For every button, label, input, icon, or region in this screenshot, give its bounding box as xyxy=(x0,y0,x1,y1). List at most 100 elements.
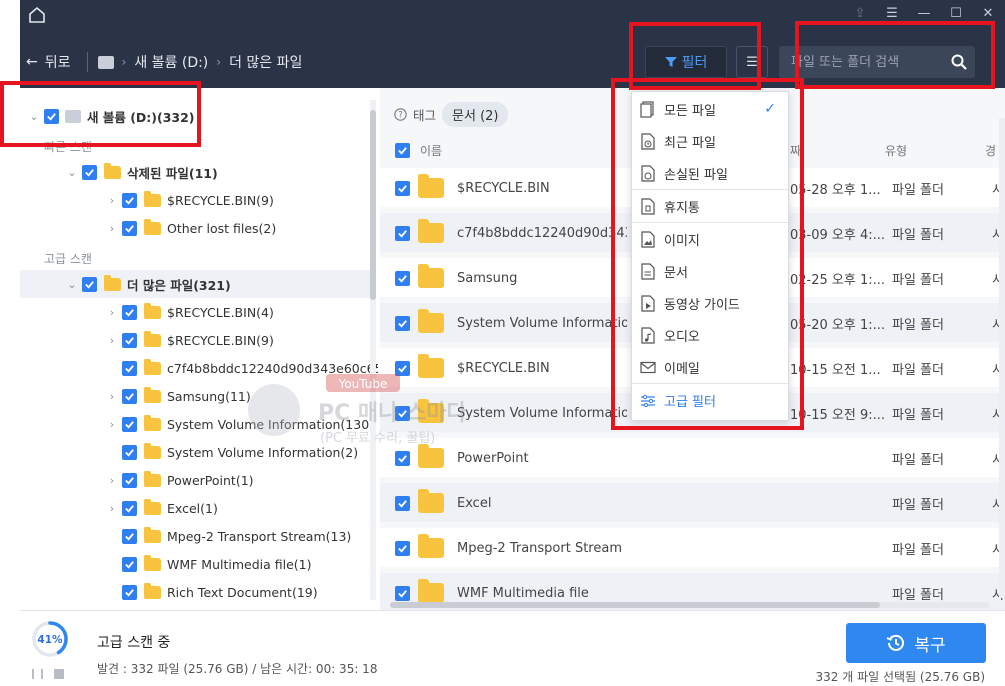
filter-recent-files[interactable]: 최근 파일 xyxy=(632,125,788,157)
checkbox[interactable] xyxy=(122,388,137,404)
chevron-right-icon[interactable]: › xyxy=(106,502,118,515)
tree-item[interactable]: › PowerPoint(1) xyxy=(106,466,254,494)
close-icon[interactable]: ✕ xyxy=(979,4,997,22)
row-checkbox[interactable] xyxy=(395,528,410,568)
breadcrumb-current[interactable]: 더 많은 파일 xyxy=(229,52,302,72)
row-checkbox[interactable] xyxy=(395,168,410,208)
pause-button[interactable] xyxy=(32,669,64,679)
filter-recycle-bin[interactable]: 휴지통 xyxy=(632,190,788,222)
checkbox[interactable] xyxy=(122,500,137,516)
tree-item[interactable]: › Samsung(11) xyxy=(106,382,251,410)
column-name[interactable]: 이름 xyxy=(420,136,442,164)
menu-icon[interactable]: ☰ xyxy=(883,4,901,22)
row-checkbox[interactable] xyxy=(395,483,410,523)
tree-root[interactable]: ⌄ 새 볼륨 (D:)(332) xyxy=(28,102,195,130)
tree-item[interactable]: › $RECYCLE.BIN(4) xyxy=(106,298,274,326)
tree-item[interactable]: Mpeg-2 Transport Stream(13) xyxy=(106,522,351,550)
tree-item[interactable]: › $RECYCLE.BIN(9) xyxy=(106,326,274,354)
row-checkbox[interactable] xyxy=(395,213,410,253)
scrollbar-thumb[interactable] xyxy=(370,110,376,300)
table-row[interactable]: PowerPoint 파일 폴더 시 xyxy=(380,438,1005,480)
chevron-right-icon[interactable]: › xyxy=(106,222,118,235)
filter-video[interactable]: 동영상 가이드 xyxy=(632,287,788,319)
tree-item[interactable]: c7f4b8bddc12240d90d343e60c657... xyxy=(106,354,378,382)
chevron-down-icon[interactable]: ⌄ xyxy=(28,110,40,123)
checkbox[interactable] xyxy=(122,332,137,348)
history-icon xyxy=(886,634,905,651)
tag-label: 태그 xyxy=(413,108,437,123)
list-scrollbar[interactable] xyxy=(999,118,1005,598)
filter-documents[interactable]: 문서 xyxy=(632,255,788,287)
tree-item[interactable]: Rich Text Document(19) xyxy=(106,578,318,606)
tree-more-files[interactable]: ⌄ 더 많은 파일(321) xyxy=(20,270,372,298)
scan-status-title: 고급 스캔 중 xyxy=(97,635,171,651)
column-type[interactable]: 유형 xyxy=(885,136,907,164)
select-all-checkbox[interactable] xyxy=(395,136,410,164)
help-icon[interactable]: ? xyxy=(394,108,407,121)
row-checkbox[interactable] xyxy=(395,393,410,433)
row-checkbox[interactable] xyxy=(395,438,410,478)
checkbox[interactable] xyxy=(122,304,137,320)
checkbox[interactable] xyxy=(122,528,137,544)
checkbox[interactable] xyxy=(122,444,137,460)
filter-images[interactable]: 이미지 xyxy=(632,223,788,255)
checkbox[interactable] xyxy=(122,360,137,376)
folder-icon xyxy=(144,582,161,599)
row-checkbox[interactable] xyxy=(395,303,410,343)
search-icon[interactable] xyxy=(951,54,967,70)
filter-button[interactable]: 필터 xyxy=(645,46,727,78)
filter-email[interactable]: 이메일 xyxy=(632,351,788,383)
column-path[interactable]: 경 xyxy=(985,136,996,164)
dropdown-label: 이메일 xyxy=(664,361,700,377)
chevron-down-icon[interactable]: ⌄ xyxy=(66,278,78,291)
filter-advanced[interactable]: 고급 필터 xyxy=(632,384,788,416)
checkbox[interactable] xyxy=(44,108,59,124)
tree-item[interactable]: › $RECYCLE.BIN(9) xyxy=(106,186,274,214)
maximize-icon[interactable]: ☐ xyxy=(947,4,965,22)
minimize-icon[interactable]: — xyxy=(915,4,933,22)
checkbox[interactable] xyxy=(122,220,137,236)
chevron-right-icon[interactable]: › xyxy=(106,418,118,431)
chevron-down-icon[interactable]: ⌄ xyxy=(66,166,78,179)
breadcrumb-volume[interactable]: 새 볼륨 (D:) xyxy=(134,52,208,72)
tree-item[interactable]: › Other lost files(2) xyxy=(106,214,276,242)
tree-item[interactable]: WMF Multimedia file(1) xyxy=(106,550,312,578)
filter-audio[interactable]: 오디오 xyxy=(632,319,788,351)
checkbox[interactable] xyxy=(82,276,97,292)
chevron-right-icon[interactable]: › xyxy=(106,334,118,347)
chevron-right-icon[interactable]: › xyxy=(106,474,118,487)
horizontal-scrollbar[interactable] xyxy=(390,602,990,608)
scrollbar-thumb[interactable] xyxy=(390,602,880,608)
column-date[interactable]: 짜 xyxy=(790,136,801,164)
search-input[interactable] xyxy=(791,54,941,70)
table-row[interactable]: Mpeg-2 Transport Stream 파일 폴더 시 xyxy=(380,528,1005,570)
recover-button[interactable]: 복구 xyxy=(846,623,986,663)
tree-scrollbar[interactable] xyxy=(370,100,376,600)
checkbox[interactable] xyxy=(122,192,137,208)
filter-all-files[interactable]: 모든 파일 ✓ xyxy=(632,93,788,125)
chevron-right-icon[interactable]: › xyxy=(106,390,118,403)
tree-label: Excel(1) xyxy=(167,500,218,516)
checkbox[interactable] xyxy=(82,164,97,180)
tree-item[interactable]: System Volume Information(2) xyxy=(106,438,358,466)
row-checkbox[interactable] xyxy=(395,348,410,388)
checkbox[interactable] xyxy=(122,556,137,572)
row-checkbox[interactable] xyxy=(395,258,410,298)
folder-icon xyxy=(144,330,161,347)
chevron-right-icon[interactable]: › xyxy=(106,306,118,319)
stop-icon[interactable] xyxy=(54,669,64,679)
view-menu-button[interactable]: ☰ xyxy=(736,46,768,78)
back-button[interactable]: ← 뒤로 xyxy=(20,52,71,72)
checkbox[interactable] xyxy=(122,472,137,488)
share-icon[interactable]: ⇪ xyxy=(851,4,869,22)
checkbox[interactable] xyxy=(122,416,137,432)
tree-deleted-files[interactable]: ⌄ 삭제된 파일(11) xyxy=(66,158,218,186)
tag-chip-document[interactable]: 문서 (2) xyxy=(442,102,509,127)
checkbox[interactable] xyxy=(122,584,137,600)
tree-item[interactable]: › System Volume Information(130) xyxy=(106,410,374,438)
home-icon[interactable] xyxy=(28,6,46,24)
tree-item[interactable]: › Excel(1) xyxy=(106,494,218,522)
filter-lost-files[interactable]: 손실된 파일 xyxy=(632,157,788,189)
table-row[interactable]: Excel 파일 폴더 시 xyxy=(380,483,1005,525)
chevron-right-icon[interactable]: › xyxy=(106,194,118,207)
